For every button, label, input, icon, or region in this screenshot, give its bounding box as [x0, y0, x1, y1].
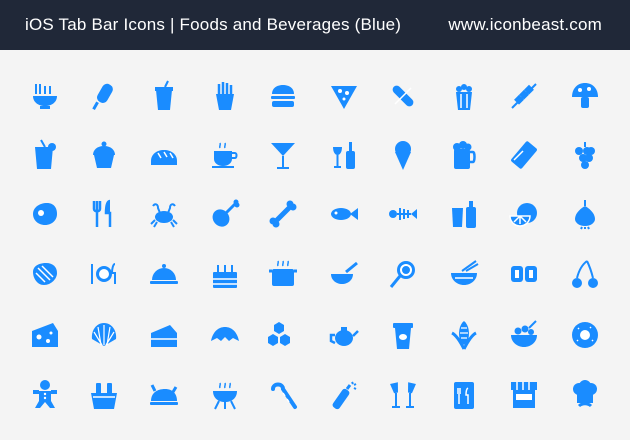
coffee-cup-togo-icon [387, 319, 419, 351]
popsicle-icon [88, 80, 120, 112]
croissant-icon [209, 319, 241, 351]
bone-icon [267, 198, 299, 230]
citrus-fruit-icon [508, 198, 540, 230]
teapot-icon [328, 319, 360, 351]
bread-loaf-icon [148, 139, 180, 171]
gingerbread-man-icon [29, 379, 61, 411]
hot-dog-icon [387, 80, 419, 112]
crab-icon [148, 198, 180, 230]
roast-turkey-icon [148, 379, 180, 411]
noodle-bowl-icon [29, 80, 61, 112]
french-fries-icon [209, 80, 241, 112]
champagne-bottle-icon [328, 379, 360, 411]
burger-icon [267, 80, 299, 112]
coffee-cup-icon [209, 139, 241, 171]
plate-cutlery-icon [88, 258, 120, 290]
drinks-icon [448, 198, 480, 230]
kebab-skewer-icon [508, 80, 540, 112]
cheese-icon [29, 319, 61, 351]
birthday-cake-icon [209, 258, 241, 290]
ice-cream-cone-icon [387, 139, 419, 171]
bowl-spoon-icon [328, 258, 360, 290]
popcorn-icon [448, 80, 480, 112]
header-bar: iOS Tab Bar Icons | Foods and Beverages … [0, 0, 630, 50]
grapes-icon [569, 139, 601, 171]
cloche-icon [148, 258, 180, 290]
site-url: www.iconbeast.com [448, 15, 602, 34]
soda-cup-icon [148, 80, 180, 112]
cocktail-glass-icon [29, 139, 61, 171]
fish-bone-icon [387, 198, 419, 230]
cupcake-icon [88, 139, 120, 171]
food-stand-icon [508, 379, 540, 411]
ramen-icon [448, 258, 480, 290]
chef-hat-icon [569, 379, 601, 411]
cherries-icon [569, 258, 601, 290]
donut-icon [569, 319, 601, 351]
onion-icon [569, 198, 601, 230]
fork-knife-icon [88, 198, 120, 230]
fish-icon [328, 198, 360, 230]
honeycomb-icon [267, 319, 299, 351]
beer-mug-icon [448, 139, 480, 171]
wine-bottle-icon [328, 139, 360, 171]
chicken-leg-icon [209, 198, 241, 230]
icon-grid [0, 50, 630, 440]
toast-glasses-icon [387, 379, 419, 411]
salad-icon [508, 319, 540, 351]
page-title: iOS Tab Bar Icons | Foods and Beverages … [25, 15, 402, 34]
pizza-slice-icon [328, 80, 360, 112]
steak-icon [29, 198, 61, 230]
cake-slice-icon [148, 319, 180, 351]
meat-slab-icon [29, 258, 61, 290]
barbecue-grill-icon [209, 379, 241, 411]
lollipop-icon [387, 258, 419, 290]
sushi-roll-icon [508, 258, 540, 290]
corn-icon [448, 319, 480, 351]
shell-icon [88, 319, 120, 351]
candy-bar-icon [508, 139, 540, 171]
candy-cane-icon [267, 379, 299, 411]
martini-icon [267, 139, 299, 171]
beer-bucket-icon [88, 379, 120, 411]
pot-icon [267, 258, 299, 290]
menu-icon [448, 379, 480, 411]
mushroom-icon [569, 80, 601, 112]
